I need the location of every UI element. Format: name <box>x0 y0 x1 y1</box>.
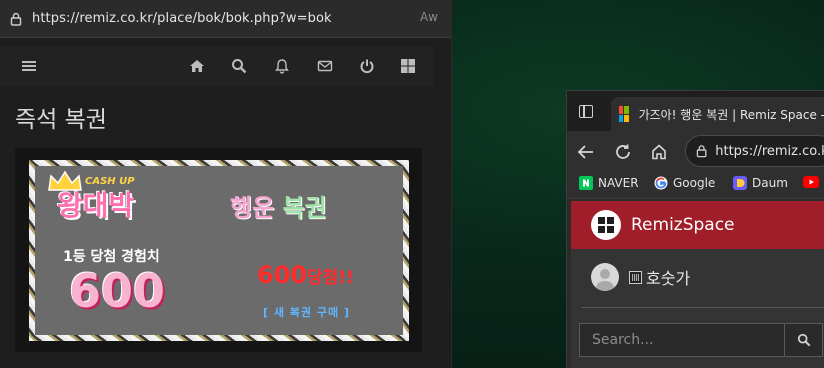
site-nav <box>0 46 434 86</box>
search-button[interactable] <box>784 324 822 356</box>
mail-icon[interactable] <box>317 58 333 74</box>
home-icon[interactable] <box>189 58 205 74</box>
search-icon[interactable] <box>231 58 247 74</box>
won-value: 600 <box>257 261 308 289</box>
buy-new-ticket-link[interactable]: [ 새 복권 구매 ] <box>263 304 350 320</box>
naver-icon <box>579 176 593 190</box>
browser-toolbar: https://remiz.co.kr <box>567 131 824 171</box>
url-text[interactable]: https://remiz.co.kr <box>715 144 824 159</box>
google-icon <box>654 176 668 190</box>
bookmark-youtube[interactable] <box>803 176 819 188</box>
tab-bar: 가즈아! 행운 복권 | Remiz Space - <box>567 91 824 131</box>
home-icon[interactable] <box>650 143 668 161</box>
bookmarks-bar: NAVER Google Daum <box>567 171 824 199</box>
divider <box>581 307 824 308</box>
first-prize-value: 600 <box>69 264 166 318</box>
tab-title: 가즈아! 행운 복권 | Remiz Space - <box>638 107 824 122</box>
bookmark-daum[interactable]: Daum <box>733 176 788 190</box>
side-panel: 호숫가 <box>571 249 824 368</box>
search-box <box>579 323 823 357</box>
bookmark-label: Google <box>673 176 716 190</box>
address-bar[interactable]: https://remiz.co.kr <box>685 135 824 167</box>
url-text[interactable]: https://remiz.co.kr/place/bok/bok.php?w=… <box>32 11 332 26</box>
user-name[interactable]: 호숫가 <box>646 265 690 289</box>
brand-logo: 왕대박 <box>57 189 135 222</box>
microsoft-logo-icon <box>619 106 629 122</box>
lottery-ticket[interactable]: CASH UP 왕대박 행운 복권 1등 당첨 경험치 600 600당첨!! … <box>29 160 409 341</box>
power-icon[interactable] <box>359 58 375 74</box>
bookmark-naver[interactable]: NAVER <box>579 176 639 190</box>
read-aloud-icon[interactable]: Aᴡ <box>420 10 438 24</box>
lottery-panel: CASH UP 왕대박 행운 복권 1등 당첨 경험치 600 600당첨!! … <box>15 148 422 352</box>
bookmark-label: NAVER <box>598 176 639 190</box>
menu-icon[interactable] <box>21 58 37 74</box>
lock-icon <box>696 145 707 158</box>
ticket-title-part2: 복권 <box>282 194 327 222</box>
bookmark-label: Daum <box>752 176 788 190</box>
first-prize-label: 1등 당첨 경험치 <box>63 249 160 265</box>
page-title: 즉석 복권 <box>15 107 107 133</box>
ticket-title-part1: 행운 <box>230 194 275 222</box>
search-input[interactable] <box>580 324 784 356</box>
active-tab[interactable]: 가즈아! 행운 복권 | Remiz Space - <box>611 97 824 131</box>
site-header[interactable]: RemizSpace <box>571 201 824 249</box>
search-icon <box>797 333 810 347</box>
won-result: 600당첨!! <box>257 261 354 289</box>
ticket-title: 행운 복권 <box>230 188 327 223</box>
youtube-icon <box>803 176 819 188</box>
bookmark-google[interactable]: Google <box>654 176 715 190</box>
bell-icon[interactable] <box>274 58 290 74</box>
won-text: 당첨!! <box>307 268 354 288</box>
right-browser-window: 가즈아! 행운 복권 | Remiz Space - https://remiz… <box>566 90 824 368</box>
daum-icon <box>733 176 747 190</box>
level-badge-icon <box>629 270 642 284</box>
windows-logo-icon <box>591 210 621 240</box>
tab-actions-icon[interactable] <box>579 105 593 118</box>
refresh-icon[interactable] <box>614 143 632 161</box>
grid-icon[interactable] <box>400 58 416 74</box>
site-name[interactable]: RemizSpace <box>631 215 735 235</box>
back-icon[interactable] <box>577 143 595 161</box>
lock-icon <box>10 12 22 26</box>
address-bar[interactable]: https://remiz.co.kr/place/bok/bok.php?w=… <box>0 0 452 38</box>
avatar[interactable] <box>591 263 619 291</box>
left-browser-window: https://remiz.co.kr/place/bok/bok.php?w=… <box>0 0 452 368</box>
user-profile[interactable]: 호숫가 <box>591 263 690 291</box>
